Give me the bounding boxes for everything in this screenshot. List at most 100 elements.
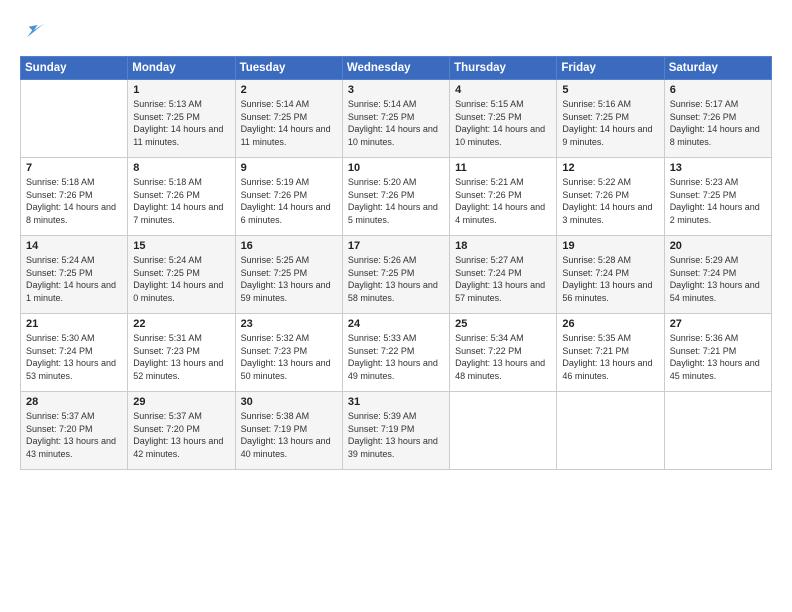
day-info: Sunrise: 5:26 AM Sunset: 7:25 PM Dayligh… [348,254,444,304]
calendar-week-row: 14 Sunrise: 5:24 AM Sunset: 7:25 PM Dayl… [21,236,772,314]
day-number: 17 [348,240,444,252]
weekday-header: Wednesday [342,57,449,80]
day-number: 13 [670,162,766,174]
day-number: 10 [348,162,444,174]
calendar-cell: 15 Sunrise: 5:24 AM Sunset: 7:25 PM Dayl… [128,236,235,314]
calendar-week-row: 28 Sunrise: 5:37 AM Sunset: 7:20 PM Dayl… [21,392,772,470]
calendar-cell: 10 Sunrise: 5:20 AM Sunset: 7:26 PM Dayl… [342,158,449,236]
calendar-week-row: 21 Sunrise: 5:30 AM Sunset: 7:24 PM Dayl… [21,314,772,392]
day-info: Sunrise: 5:38 AM Sunset: 7:19 PM Dayligh… [241,410,337,460]
day-number: 27 [670,318,766,330]
calendar-cell: 25 Sunrise: 5:34 AM Sunset: 7:22 PM Dayl… [450,314,557,392]
calendar-cell: 2 Sunrise: 5:14 AM Sunset: 7:25 PM Dayli… [235,80,342,158]
calendar-cell: 5 Sunrise: 5:16 AM Sunset: 7:25 PM Dayli… [557,80,664,158]
calendar-cell [450,392,557,470]
day-number: 8 [133,162,229,174]
day-number: 6 [670,84,766,96]
day-info: Sunrise: 5:18 AM Sunset: 7:26 PM Dayligh… [26,176,122,226]
day-number: 11 [455,162,551,174]
day-number: 22 [133,318,229,330]
day-number: 5 [562,84,658,96]
day-info: Sunrise: 5:20 AM Sunset: 7:26 PM Dayligh… [348,176,444,226]
day-info: Sunrise: 5:24 AM Sunset: 7:25 PM Dayligh… [26,254,122,304]
weekday-header: Saturday [664,57,771,80]
day-number: 18 [455,240,551,252]
day-number: 9 [241,162,337,174]
day-info: Sunrise: 5:15 AM Sunset: 7:25 PM Dayligh… [455,98,551,148]
calendar-cell: 30 Sunrise: 5:38 AM Sunset: 7:19 PM Dayl… [235,392,342,470]
calendar-cell: 21 Sunrise: 5:30 AM Sunset: 7:24 PM Dayl… [21,314,128,392]
day-number: 23 [241,318,337,330]
calendar-cell: 24 Sunrise: 5:33 AM Sunset: 7:22 PM Dayl… [342,314,449,392]
calendar-table: SundayMondayTuesdayWednesdayThursdayFrid… [20,56,772,470]
day-info: Sunrise: 5:22 AM Sunset: 7:26 PM Dayligh… [562,176,658,226]
day-number: 14 [26,240,122,252]
weekday-header-row: SundayMondayTuesdayWednesdayThursdayFrid… [21,57,772,80]
day-number: 28 [26,396,122,408]
day-number: 19 [562,240,658,252]
day-number: 16 [241,240,337,252]
calendar-cell: 27 Sunrise: 5:36 AM Sunset: 7:21 PM Dayl… [664,314,771,392]
day-number: 1 [133,84,229,96]
day-number: 25 [455,318,551,330]
day-number: 20 [670,240,766,252]
day-number: 30 [241,396,337,408]
calendar-cell: 23 Sunrise: 5:32 AM Sunset: 7:23 PM Dayl… [235,314,342,392]
day-info: Sunrise: 5:14 AM Sunset: 7:25 PM Dayligh… [348,98,444,148]
day-info: Sunrise: 5:21 AM Sunset: 7:26 PM Dayligh… [455,176,551,226]
day-number: 7 [26,162,122,174]
calendar-cell: 16 Sunrise: 5:25 AM Sunset: 7:25 PM Dayl… [235,236,342,314]
calendar-cell: 28 Sunrise: 5:37 AM Sunset: 7:20 PM Dayl… [21,392,128,470]
day-number: 31 [348,396,444,408]
calendar-cell: 22 Sunrise: 5:31 AM Sunset: 7:23 PM Dayl… [128,314,235,392]
day-info: Sunrise: 5:25 AM Sunset: 7:25 PM Dayligh… [241,254,337,304]
day-info: Sunrise: 5:18 AM Sunset: 7:26 PM Dayligh… [133,176,229,226]
calendar-cell: 12 Sunrise: 5:22 AM Sunset: 7:26 PM Dayl… [557,158,664,236]
calendar-cell: 11 Sunrise: 5:21 AM Sunset: 7:26 PM Dayl… [450,158,557,236]
calendar-cell [21,80,128,158]
weekday-header: Tuesday [235,57,342,80]
day-info: Sunrise: 5:34 AM Sunset: 7:22 PM Dayligh… [455,332,551,382]
calendar-cell [557,392,664,470]
calendar-cell: 19 Sunrise: 5:28 AM Sunset: 7:24 PM Dayl… [557,236,664,314]
day-info: Sunrise: 5:28 AM Sunset: 7:24 PM Dayligh… [562,254,658,304]
day-info: Sunrise: 5:17 AM Sunset: 7:26 PM Dayligh… [670,98,766,148]
calendar-cell: 7 Sunrise: 5:18 AM Sunset: 7:26 PM Dayli… [21,158,128,236]
calendar-cell: 20 Sunrise: 5:29 AM Sunset: 7:24 PM Dayl… [664,236,771,314]
weekday-header: Thursday [450,57,557,80]
day-info: Sunrise: 5:37 AM Sunset: 7:20 PM Dayligh… [26,410,122,460]
day-info: Sunrise: 5:13 AM Sunset: 7:25 PM Dayligh… [133,98,229,148]
day-number: 3 [348,84,444,96]
calendar-week-row: 1 Sunrise: 5:13 AM Sunset: 7:25 PM Dayli… [21,80,772,158]
page-header [20,18,772,46]
day-info: Sunrise: 5:35 AM Sunset: 7:21 PM Dayligh… [562,332,658,382]
day-number: 15 [133,240,229,252]
calendar-cell: 18 Sunrise: 5:27 AM Sunset: 7:24 PM Dayl… [450,236,557,314]
day-number: 12 [562,162,658,174]
logo [20,18,52,46]
calendar-cell: 14 Sunrise: 5:24 AM Sunset: 7:25 PM Dayl… [21,236,128,314]
calendar-cell: 3 Sunrise: 5:14 AM Sunset: 7:25 PM Dayli… [342,80,449,158]
day-info: Sunrise: 5:31 AM Sunset: 7:23 PM Dayligh… [133,332,229,382]
day-number: 26 [562,318,658,330]
calendar-cell: 31 Sunrise: 5:39 AM Sunset: 7:19 PM Dayl… [342,392,449,470]
calendar-cell: 17 Sunrise: 5:26 AM Sunset: 7:25 PM Dayl… [342,236,449,314]
logo-icon [20,18,48,46]
calendar-cell: 1 Sunrise: 5:13 AM Sunset: 7:25 PM Dayli… [128,80,235,158]
calendar-week-row: 7 Sunrise: 5:18 AM Sunset: 7:26 PM Dayli… [21,158,772,236]
day-info: Sunrise: 5:36 AM Sunset: 7:21 PM Dayligh… [670,332,766,382]
calendar-cell: 26 Sunrise: 5:35 AM Sunset: 7:21 PM Dayl… [557,314,664,392]
weekday-header: Monday [128,57,235,80]
calendar-cell: 4 Sunrise: 5:15 AM Sunset: 7:25 PM Dayli… [450,80,557,158]
day-info: Sunrise: 5:37 AM Sunset: 7:20 PM Dayligh… [133,410,229,460]
day-number: 2 [241,84,337,96]
day-info: Sunrise: 5:16 AM Sunset: 7:25 PM Dayligh… [562,98,658,148]
day-info: Sunrise: 5:29 AM Sunset: 7:24 PM Dayligh… [670,254,766,304]
weekday-header: Sunday [21,57,128,80]
calendar-cell: 6 Sunrise: 5:17 AM Sunset: 7:26 PM Dayli… [664,80,771,158]
day-info: Sunrise: 5:32 AM Sunset: 7:23 PM Dayligh… [241,332,337,382]
day-info: Sunrise: 5:33 AM Sunset: 7:22 PM Dayligh… [348,332,444,382]
calendar-cell: 8 Sunrise: 5:18 AM Sunset: 7:26 PM Dayli… [128,158,235,236]
day-info: Sunrise: 5:27 AM Sunset: 7:24 PM Dayligh… [455,254,551,304]
day-info: Sunrise: 5:23 AM Sunset: 7:25 PM Dayligh… [670,176,766,226]
